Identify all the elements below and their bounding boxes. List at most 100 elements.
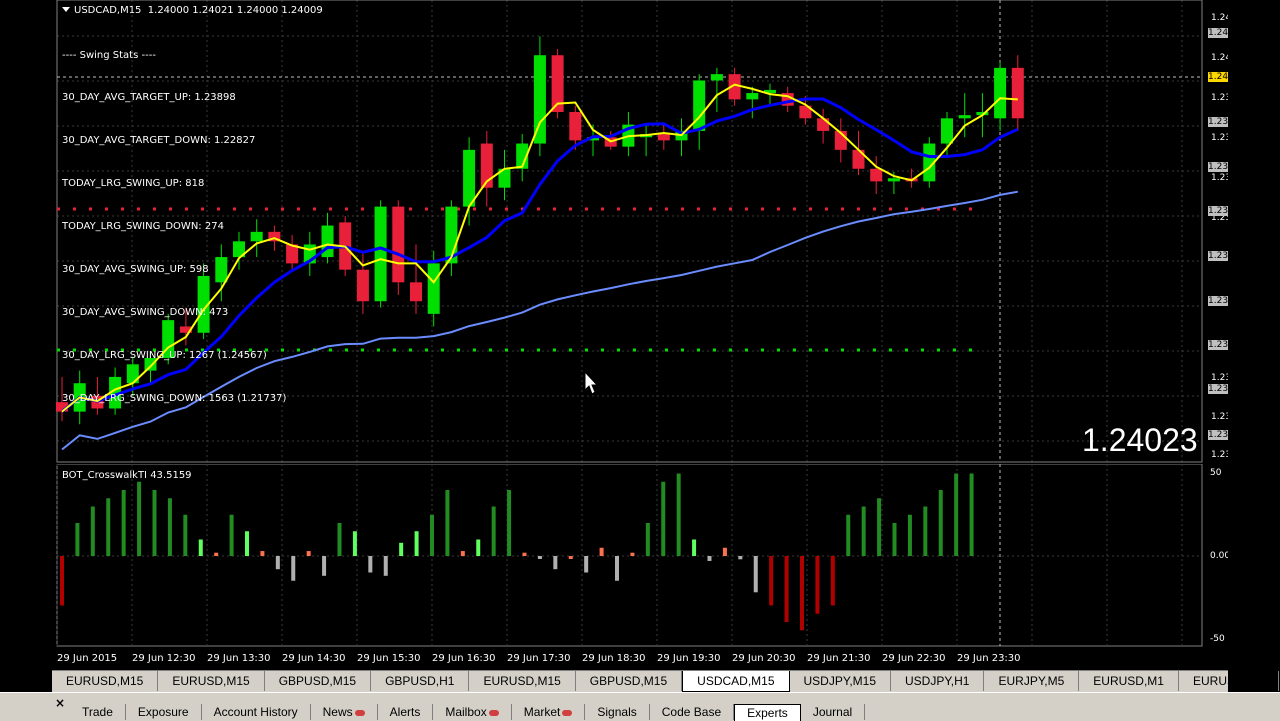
terminal-tab-label: Experts (747, 706, 788, 720)
chart-tab[interactable]: USDJPY,H1 (891, 671, 985, 691)
chart-tab[interactable]: GBPUSD,M15 (576, 671, 683, 691)
candle-body (374, 206, 387, 302)
notification-badge-icon (488, 710, 499, 716)
histogram-bar (907, 514, 912, 556)
histogram-bar (568, 556, 573, 559)
histogram-bar (830, 556, 835, 606)
candle-body (533, 55, 546, 144)
histogram-bar (784, 556, 789, 622)
stats-line: ---- Swing Stats ---- (62, 49, 156, 61)
terminal-tab[interactable]: Exposure (126, 704, 202, 720)
histogram-bar (892, 523, 897, 556)
histogram-bar (291, 556, 296, 581)
candle-body (657, 134, 670, 141)
terminal-tab[interactable]: Mailbox (433, 704, 512, 720)
histogram-bar (229, 514, 234, 556)
swing-stats: ---- Swing Stats ---- 30_DAY_AVG_TARGET_… (62, 20, 286, 435)
histogram-bar (460, 551, 465, 556)
indicator-border (56, 464, 1203, 647)
histogram-bar (75, 523, 80, 556)
candle-body (958, 115, 971, 119)
price-level-box: 1.24 (1208, 28, 1229, 38)
notification-badge-icon (562, 710, 573, 716)
terminal-tab-label: Signals (597, 705, 637, 719)
terminal-tab-label: News (322, 705, 353, 719)
histogram-bar (491, 506, 496, 556)
histogram-bar (923, 506, 928, 556)
histogram-bar (738, 556, 743, 560)
histogram-bar (275, 556, 280, 570)
indicator-tick: -50 (1210, 634, 1225, 644)
histogram-bar (553, 556, 558, 570)
histogram-bar (630, 552, 635, 556)
time-tick: 29 Jun 16:30 (432, 653, 496, 664)
terminal-tab[interactable]: Account History (202, 704, 311, 720)
histogram-bar (152, 490, 157, 556)
stats-line: 30_DAY_AVG_SWING_DOWN: 473 (62, 306, 229, 318)
candle-body (427, 263, 440, 314)
price-level-box: 1.23 (1208, 340, 1229, 350)
chart-tab[interactable]: EURUSD,M15 (469, 671, 576, 691)
histogram-bar (167, 498, 172, 556)
chart-tab[interactable]: GBPUSD,M15 (265, 671, 372, 691)
histogram-bar (846, 514, 851, 556)
histogram-bar (969, 473, 974, 556)
terminal-tab[interactable]: Alerts (378, 704, 434, 720)
chart-tab-bar: EURUSD,M15 EURUSD,M15 GBPUSD,M15 GBPUSD,H1 E… (52, 670, 1279, 693)
histogram-bar (214, 552, 219, 556)
histogram-bar (414, 531, 419, 556)
collapse-arrow-icon[interactable] (62, 7, 70, 12)
time-tick: 29 Jun 23:30 (957, 653, 1021, 664)
terminal-tab[interactable]: Journal (801, 704, 866, 720)
terminal-tab[interactable]: Market (512, 704, 586, 720)
close-icon[interactable]: × (55, 696, 65, 710)
current-price-display: 1.24023 (1082, 422, 1198, 458)
candle-body (463, 149, 476, 207)
terminal-tab-label: Account History (213, 705, 298, 719)
terminal-tab-label: Journal (812, 705, 853, 719)
time-tick: 29 Jun 21:30 (807, 653, 871, 664)
chart-window[interactable]: USDCAD,M15 1.24000 1.24021 1.24000 1.240… (0, 0, 1280, 670)
histogram-bar (352, 531, 357, 556)
histogram-bar (507, 490, 512, 556)
terminal-tab-label: Trade (82, 705, 113, 719)
chart-tab[interactable]: EURUSD,M1 (1079, 671, 1179, 691)
histogram-bar (938, 490, 943, 556)
price-level-box: 1.23 (1208, 430, 1229, 440)
price-level-box: 1.23 (1208, 296, 1229, 306)
histogram-bar (722, 547, 727, 556)
histogram-bar (337, 523, 342, 556)
terminal-tab[interactable]: Experts (734, 704, 801, 721)
terminal-tab[interactable]: Signals (585, 704, 650, 720)
mouse-cursor-icon (584, 370, 599, 395)
histogram-bar (599, 547, 604, 556)
candle-body (356, 269, 369, 302)
candle-body (994, 67, 1007, 119)
terminal-tab[interactable]: News (311, 704, 378, 720)
indicator-tick: 50 (1210, 468, 1222, 478)
chart-tab[interactable]: EURJPY,M5 (984, 671, 1080, 691)
chart-tab[interactable]: EURUSD,M5 (1179, 671, 1279, 691)
indicator-chart[interactable] (0, 464, 1228, 670)
candle-body (392, 206, 405, 283)
chart-tab[interactable]: USDJPY,M15 (790, 671, 891, 691)
candle-body (887, 178, 900, 182)
histogram-bar (676, 473, 681, 556)
histogram-bar (661, 481, 666, 556)
histogram-bar (368, 556, 373, 573)
chart-tab[interactable]: GBPUSD,H1 (371, 671, 470, 691)
chart-tab[interactable]: USDCAD,M15 (682, 671, 790, 692)
histogram-bar (877, 498, 882, 556)
terminal-tab[interactable]: Trade (70, 704, 126, 720)
candle-body (693, 80, 706, 131)
right-margin (1228, 0, 1280, 720)
histogram-bar (399, 542, 404, 556)
current-price-box: 1.24 (1208, 72, 1229, 82)
candle-body (817, 118, 830, 131)
chart-tab[interactable]: EURUSD,M15 (158, 671, 265, 691)
chart-tab[interactable]: EURUSD,M15 (52, 671, 159, 691)
histogram-bar (954, 473, 959, 556)
terminal-tabs: Trade Exposure Account History News Alerts Ma… (70, 704, 866, 721)
price-level-box: 1.23 (1208, 117, 1229, 127)
terminal-tab[interactable]: Code Base (650, 704, 735, 720)
